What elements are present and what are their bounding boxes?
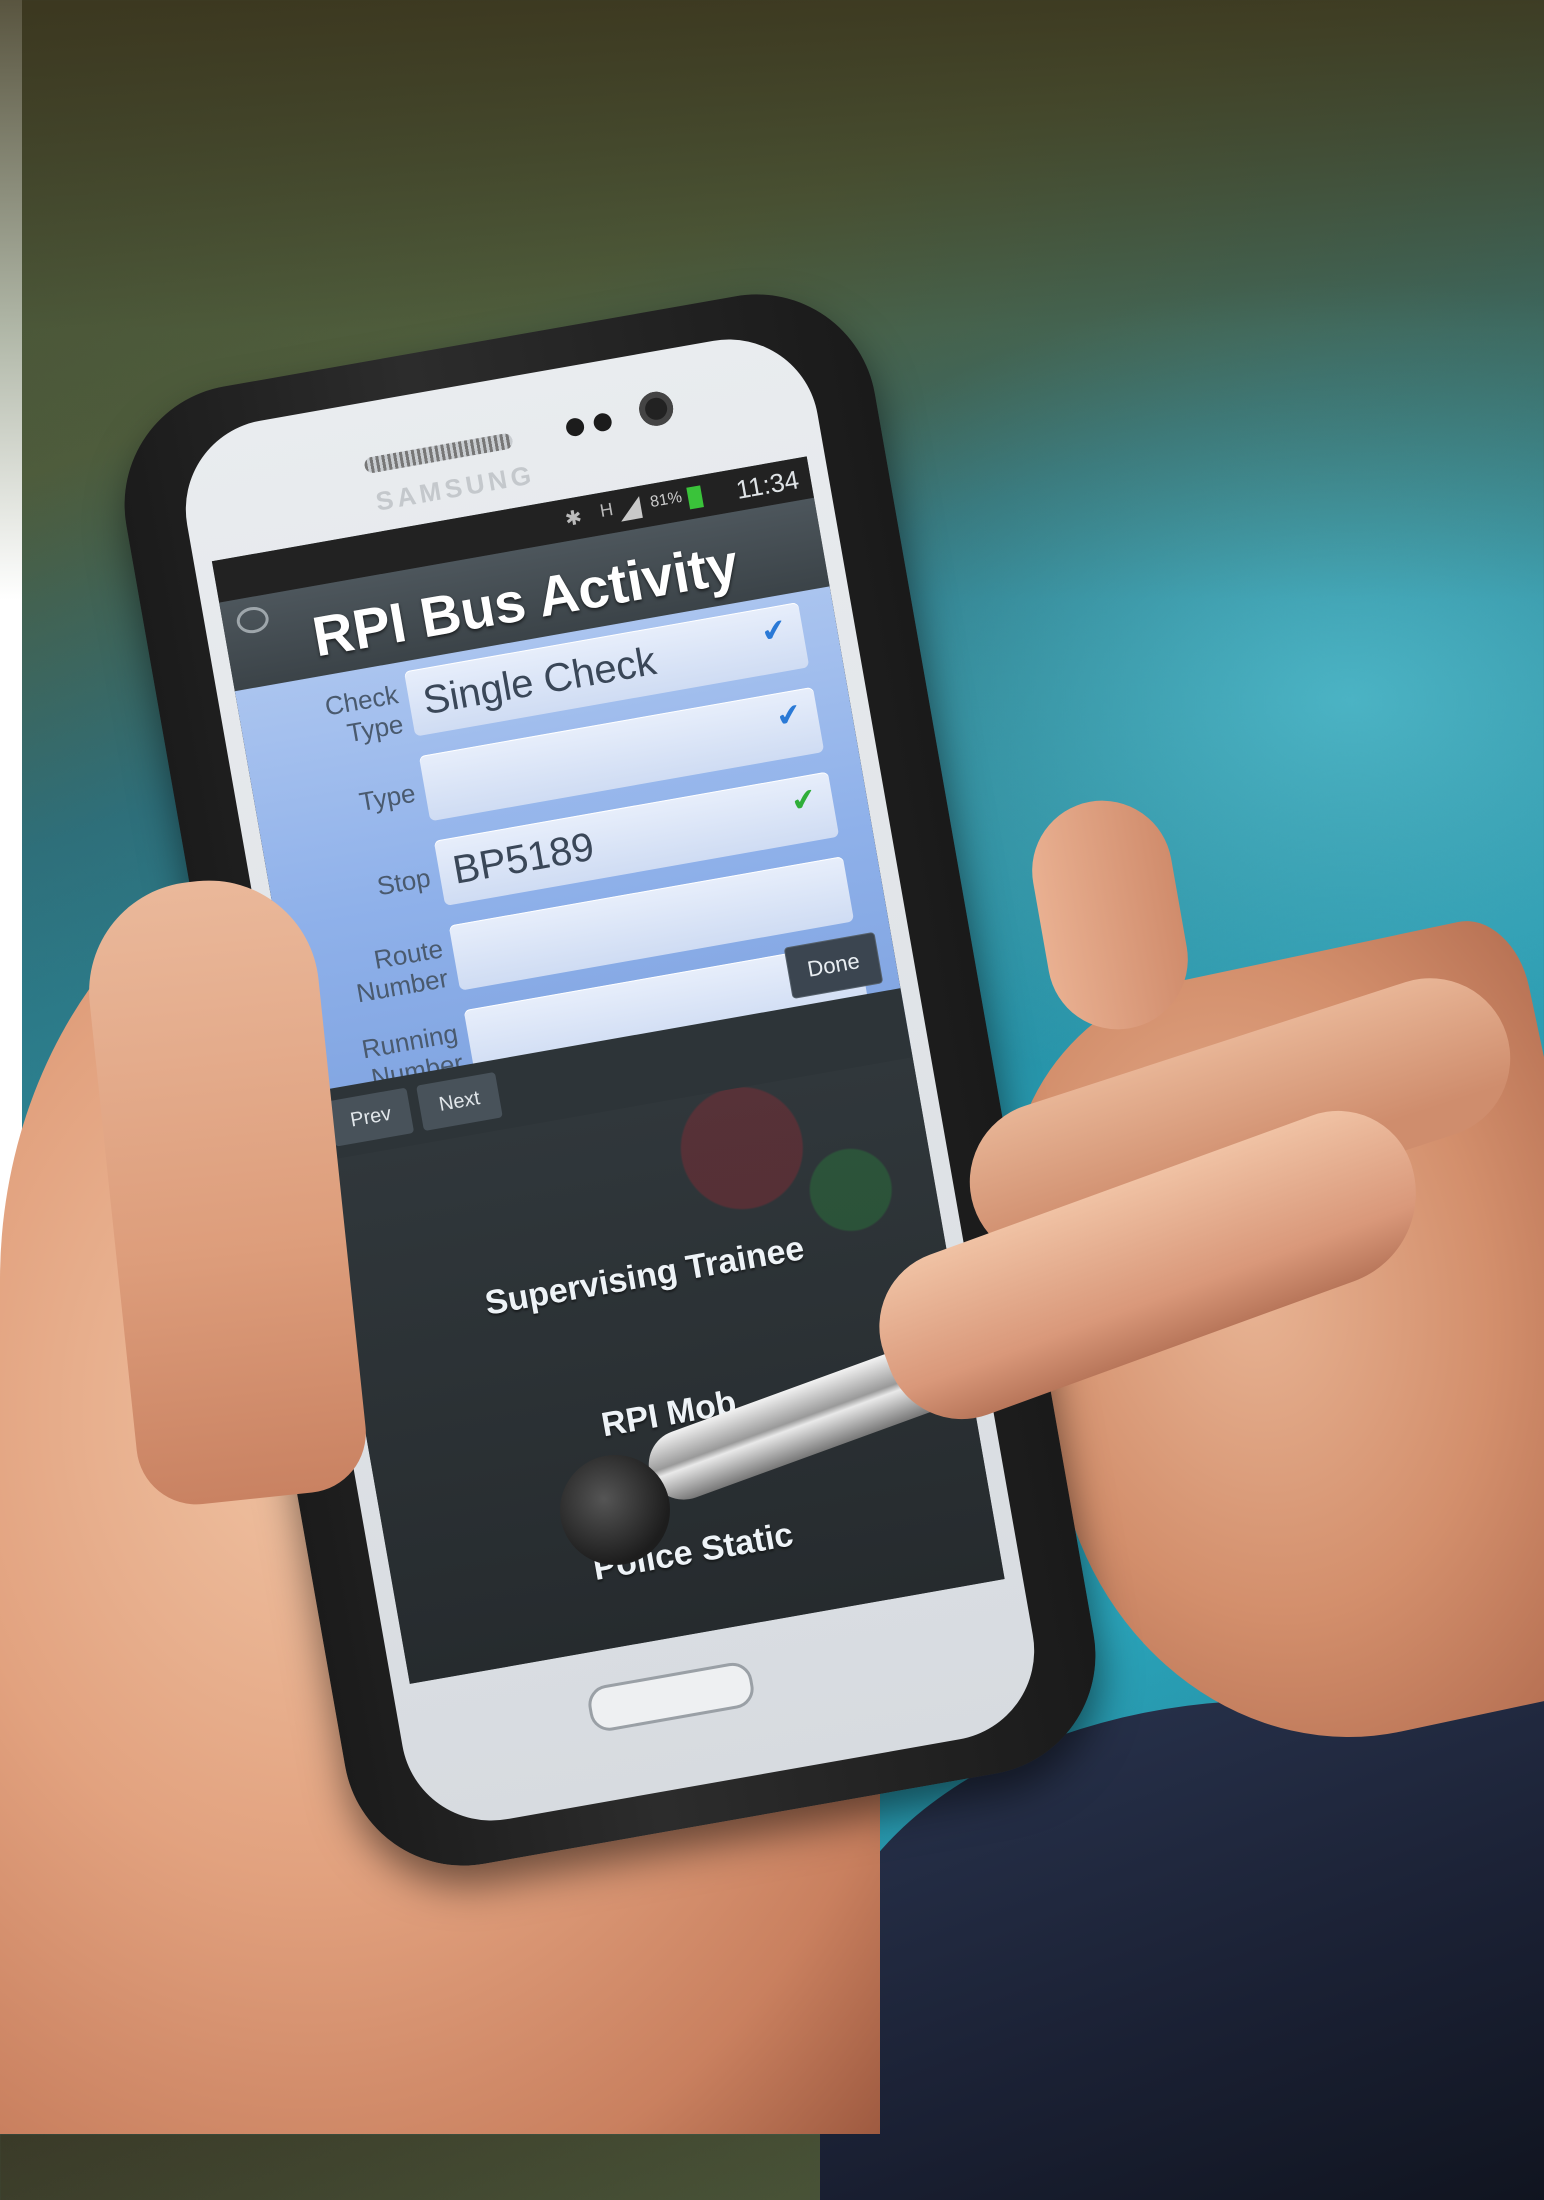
bluetooth-icon: ✱ bbox=[563, 506, 584, 532]
prev-button[interactable]: Prev bbox=[327, 1087, 415, 1147]
signal-icon bbox=[617, 496, 643, 522]
field-label: Type bbox=[255, 778, 418, 835]
field-value: BP5189 bbox=[449, 824, 598, 893]
right-hand-finger-top bbox=[1021, 789, 1199, 1041]
status-time: 11:34 bbox=[733, 464, 802, 505]
stylus-tip bbox=[560, 1455, 670, 1565]
network-type: H bbox=[598, 498, 615, 521]
field-label-line: Type bbox=[356, 777, 418, 818]
field-label: Stop bbox=[270, 862, 433, 919]
field-label-line: Stop bbox=[374, 862, 433, 902]
battery-percent: 81% bbox=[648, 488, 684, 512]
check-icon: ✔ bbox=[758, 612, 790, 650]
next-button[interactable]: Next bbox=[416, 1071, 503, 1132]
check-icon: ✔ bbox=[773, 697, 805, 735]
battery-icon bbox=[686, 485, 704, 510]
menu-item[interactable]: Supervising Trainee bbox=[344, 1205, 946, 1348]
check-icon: ✔ bbox=[788, 782, 820, 820]
field-value: Single Check bbox=[419, 639, 660, 724]
field-label: Check Type bbox=[238, 679, 406, 766]
